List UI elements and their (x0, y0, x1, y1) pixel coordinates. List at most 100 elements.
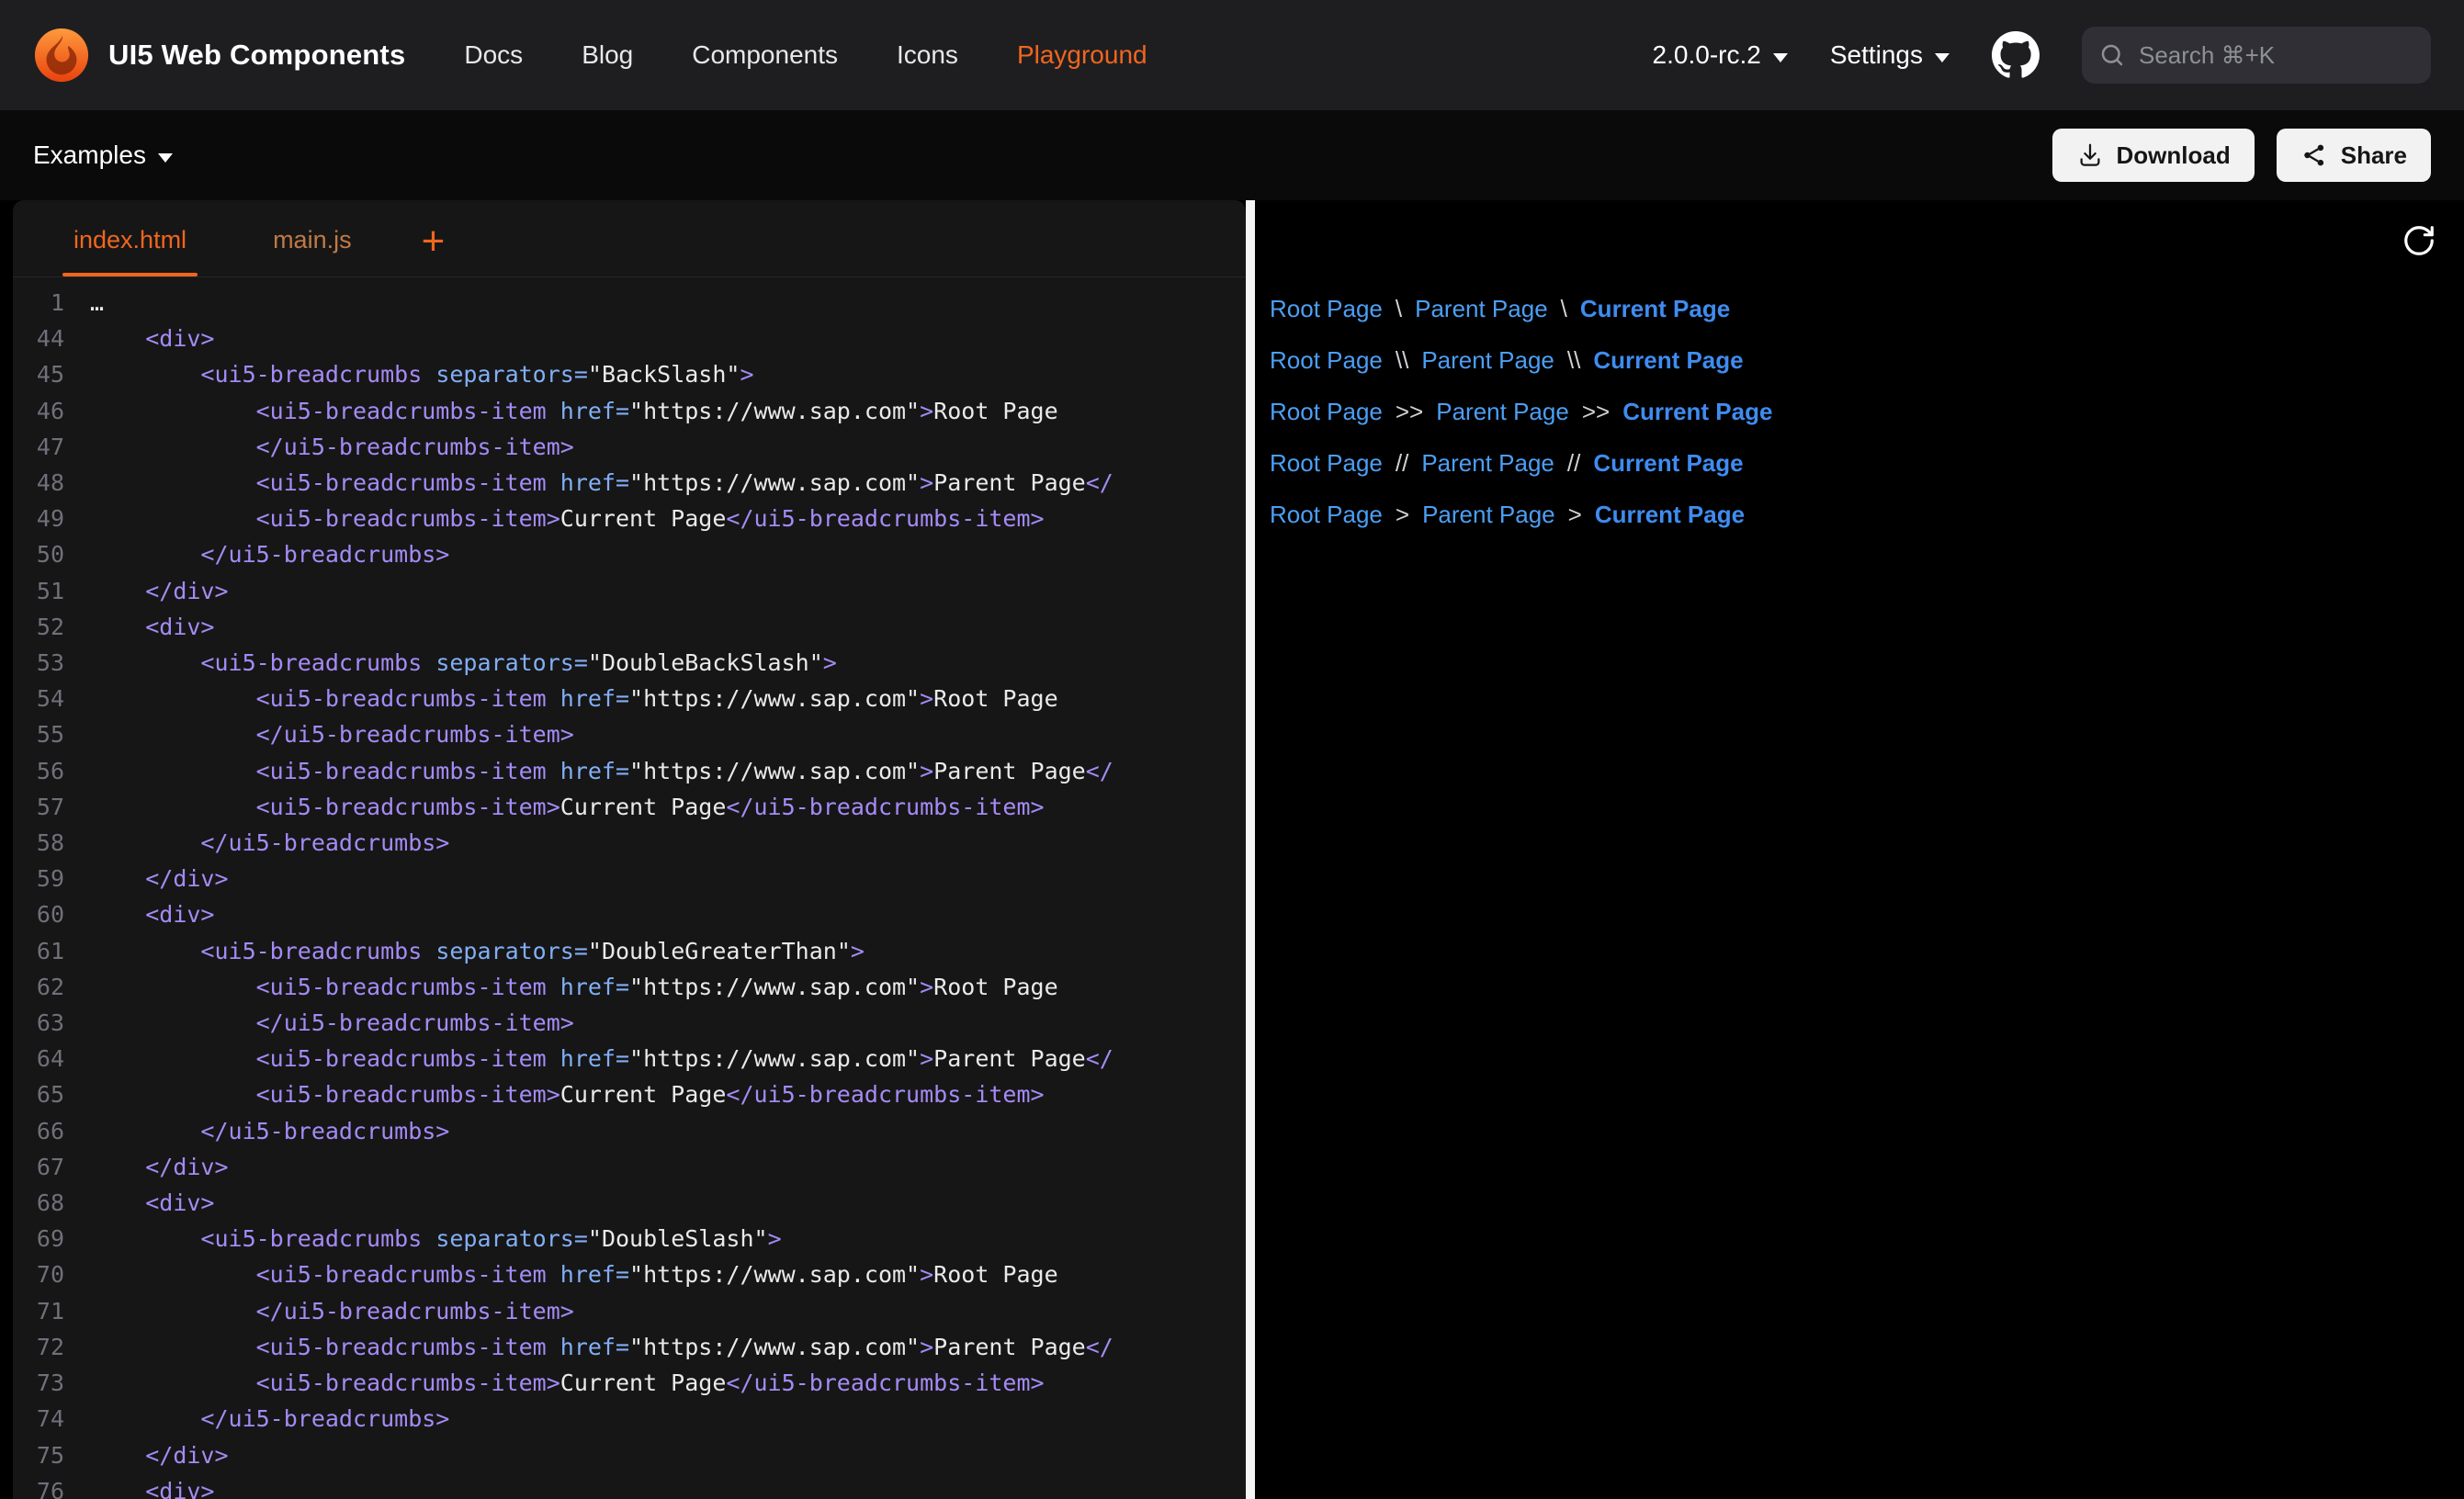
line-number: 66 (13, 1113, 90, 1149)
examples-label: Examples (33, 141, 146, 170)
line-number: 65 (13, 1076, 90, 1112)
breadcrumb-link[interactable]: Parent Page (1421, 449, 1554, 478)
code-line: 56 <ui5-breadcrumbs-item href="https://w… (13, 753, 1246, 789)
line-content: </ui5-breadcrumbs> (90, 1401, 1246, 1437)
nav-link-blog[interactable]: Blog (582, 40, 633, 70)
breadcrumb-separator: >> (1396, 398, 1423, 426)
add-tab-button[interactable]: + (422, 221, 446, 276)
version-selector[interactable]: 2.0.0-rc.2 (1653, 40, 1788, 70)
line-number: 58 (13, 825, 90, 861)
line-content: <ui5-breadcrumbs separators="DoubleBackS… (90, 645, 1246, 681)
search-icon (2098, 41, 2126, 69)
line-number: 48 (13, 465, 90, 501)
share-button[interactable]: Share (2277, 129, 2431, 182)
line-content: </div> (90, 1437, 1246, 1473)
line-number: 47 (13, 429, 90, 465)
code-line: 46 <ui5-breadcrumbs-item href="https://w… (13, 393, 1246, 429)
tab-main-js[interactable]: main.js (271, 226, 354, 276)
caret-down-icon (1935, 53, 1950, 62)
breadcrumb-link[interactable]: Parent Page (1415, 295, 1548, 323)
nav-link-icons[interactable]: Icons (897, 40, 958, 70)
line-number: 63 (13, 1005, 90, 1041)
breadcrumb-current: Current Page (1593, 449, 1743, 478)
nav-link-components[interactable]: Components (692, 40, 838, 70)
code-line: 66 </ui5-breadcrumbs> (13, 1113, 1246, 1149)
line-content: <ui5-breadcrumbs separators="DoubleSlash… (90, 1221, 1246, 1257)
tab-index-html[interactable]: index.html (72, 226, 188, 276)
breadcrumb-separator: \ (1396, 295, 1402, 323)
topbar-right: 2.0.0-rc.2 Settings (1653, 27, 2431, 84)
search-box[interactable] (2082, 27, 2431, 84)
line-content: <div> (90, 1185, 1246, 1221)
examples-menu-button[interactable]: Examples (33, 141, 173, 170)
code-line: 50 </ui5-breadcrumbs> (13, 536, 1246, 572)
breadcrumb-separator: \ (1561, 295, 1567, 323)
line-content: <div> (90, 609, 1246, 645)
line-content: <div> (90, 1473, 1246, 1499)
breadcrumb: Root Page>>Parent Page>>Current Page (1270, 386, 2440, 437)
code-line: 51 </div> (13, 573, 1246, 609)
caret-down-icon (158, 153, 173, 163)
line-number: 67 (13, 1149, 90, 1185)
line-content: … (90, 285, 1246, 321)
line-number: 74 (13, 1401, 90, 1437)
code-line: 58 </ui5-breadcrumbs> (13, 825, 1246, 861)
breadcrumb-current: Current Page (1595, 501, 1745, 529)
line-number: 59 (13, 861, 90, 896)
download-button[interactable]: Download (2052, 129, 2255, 182)
share-icon (2300, 141, 2328, 169)
brand-link[interactable]: UI5 Web Components (33, 27, 405, 84)
nav-link-playground[interactable]: Playground (1017, 40, 1147, 70)
line-content: <ui5-breadcrumbs-item href="https://www.… (90, 1257, 1246, 1292)
search-input[interactable] (2139, 41, 2414, 70)
settings-label: Settings (1830, 40, 1923, 70)
code-panel: index.html main.js + 1…44 <div>45 <ui5-b… (13, 200, 1246, 1499)
breadcrumb-separator: \\ (1567, 346, 1580, 375)
breadcrumb-current: Current Page (1593, 346, 1743, 375)
panel-resize-handle[interactable] (1246, 200, 1255, 1499)
examples-toolbar: Examples Download Share (0, 110, 2464, 200)
code-line: 73 <ui5-breadcrumbs-item>Current Page</u… (13, 1365, 1246, 1401)
line-number: 55 (13, 716, 90, 752)
breadcrumb-link[interactable]: Root Page (1270, 346, 1383, 375)
breadcrumb: Root Page//Parent Page//Current Page (1270, 437, 2440, 489)
settings-menu[interactable]: Settings (1830, 40, 1950, 70)
nav-link-docs[interactable]: Docs (464, 40, 523, 70)
editor-tabs: index.html main.js + (13, 200, 1246, 277)
github-link[interactable] (1992, 31, 2040, 79)
code-line: 60 <div> (13, 896, 1246, 932)
breadcrumb-link[interactable]: Root Page (1270, 449, 1383, 478)
line-content: <ui5-breadcrumbs-item href="https://www.… (90, 753, 1246, 789)
breadcrumb-link[interactable]: Root Page (1270, 501, 1383, 529)
line-content: <ui5-breadcrumbs-item>Current Page</ui5-… (90, 1076, 1246, 1112)
breadcrumb-link[interactable]: Root Page (1270, 398, 1383, 426)
breadcrumb-separator: >> (1582, 398, 1610, 426)
download-label: Download (2117, 141, 2231, 170)
breadcrumb-link[interactable]: Parent Page (1422, 501, 1555, 529)
code-line: 74 </ui5-breadcrumbs> (13, 1401, 1246, 1437)
breadcrumb-link[interactable]: Parent Page (1436, 398, 1569, 426)
refresh-button[interactable] (2402, 220, 2442, 261)
code-line: 71 </ui5-breadcrumbs-item> (13, 1293, 1246, 1329)
code-line: 59 </div> (13, 861, 1246, 896)
line-number: 53 (13, 645, 90, 681)
line-content: <div> (90, 896, 1246, 932)
code-line: 52 <div> (13, 609, 1246, 645)
line-content: </div> (90, 573, 1246, 609)
line-content: </ui5-breadcrumbs> (90, 825, 1246, 861)
code-line: 67 </div> (13, 1149, 1246, 1185)
code-line: 49 <ui5-breadcrumbs-item>Current Page</u… (13, 501, 1246, 536)
line-content: <ui5-breadcrumbs-item>Current Page</ui5-… (90, 1365, 1246, 1401)
line-number: 61 (13, 933, 90, 969)
breadcrumb-link[interactable]: Root Page (1270, 295, 1383, 323)
line-content: </div> (90, 861, 1246, 896)
line-number: 76 (13, 1473, 90, 1499)
line-content: <ui5-breadcrumbs separators="BackSlash"> (90, 356, 1246, 392)
code-line: 55 </ui5-breadcrumbs-item> (13, 716, 1246, 752)
line-number: 69 (13, 1221, 90, 1257)
line-number: 1 (13, 285, 90, 321)
line-content: <ui5-breadcrumbs-item href="https://www.… (90, 1329, 1246, 1365)
code-editor[interactable]: 1…44 <div>45 <ui5-breadcrumbs separators… (13, 277, 1246, 1499)
breadcrumb-link[interactable]: Parent Page (1421, 346, 1554, 375)
top-navbar: UI5 Web Components Docs Blog Components … (0, 0, 2464, 110)
